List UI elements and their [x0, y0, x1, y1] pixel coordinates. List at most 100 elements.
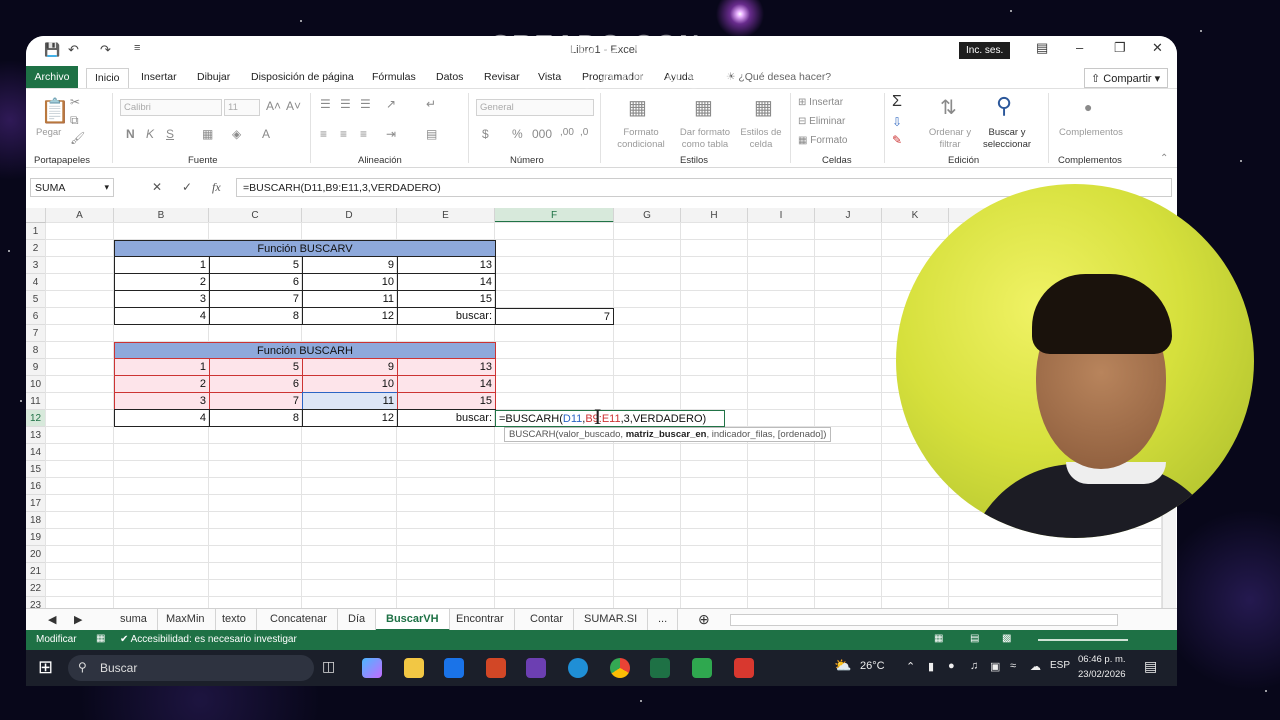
insert-cells-button[interactable]: ⊞ Insertar — [798, 97, 843, 108]
table1-cell-r4-c2[interactable]: 8 — [209, 307, 303, 325]
col-header-i[interactable]: I — [748, 208, 815, 223]
tab-insertar[interactable]: Insertar — [141, 71, 177, 83]
row-header-14[interactable]: 14 — [26, 444, 46, 461]
col-header-b[interactable]: B — [114, 208, 209, 223]
tab-disposicion[interactable]: Disposición de página — [251, 71, 354, 83]
tab-inicio[interactable]: Inicio — [86, 68, 129, 88]
page-break-icon[interactable]: ▩ — [1002, 633, 1011, 644]
row-header-19[interactable]: 19 — [26, 529, 46, 546]
weather-icon[interactable]: ⛅ — [834, 657, 851, 674]
ribbon-display-icon[interactable]: ▤ — [1036, 40, 1048, 56]
file-explorer-icon[interactable] — [404, 658, 424, 678]
outlook-icon[interactable] — [444, 658, 464, 678]
enter-icon[interactable]: ✓ — [182, 180, 192, 194]
microphone-icon[interactable]: ● — [948, 660, 955, 672]
table2-cell-r2-c3[interactable]: 10 — [302, 375, 398, 393]
clear-icon[interactable]: ✎ — [892, 133, 902, 147]
italic-icon[interactable]: K — [146, 127, 154, 141]
table1-cell-r2-c3[interactable]: 10 — [302, 273, 398, 291]
row-header-4[interactable]: 4 — [26, 274, 46, 291]
horizontal-scrollbar[interactable] — [730, 614, 1118, 626]
page-layout-icon[interactable]: ▤ — [970, 633, 979, 644]
row-header-12[interactable]: 12 — [26, 410, 46, 427]
excel-taskbar-icon[interactable] — [650, 658, 670, 678]
tell-me-search[interactable]: ☀ ¿Qué desea hacer? — [726, 71, 831, 83]
insert-function-icon[interactable]: fx — [212, 180, 221, 195]
align-right-icon[interactable]: ≡ — [360, 127, 367, 141]
table2-cell-r3-c2[interactable]: 7 — [209, 392, 303, 410]
addins-label[interactable]: Complementos — [1056, 127, 1126, 139]
col-header-c[interactable]: C — [209, 208, 302, 223]
row-header-2[interactable]: 2 — [26, 240, 46, 257]
table2-cell-r4-c4[interactable]: buscar: — [397, 409, 496, 427]
row-header-21[interactable]: 21 — [26, 563, 46, 580]
sheet-tab-6[interactable]: Encontrar — [446, 609, 515, 631]
edit-cell-f12[interactable]: =BUSCARH(D11,B9:E11,3,VERDADERO) — [495, 410, 725, 427]
table2-cell-r2-c2[interactable]: 6 — [209, 375, 303, 393]
table2-cell-r2-c1[interactable]: 2 — [114, 375, 210, 393]
restore-icon[interactable]: ❐ — [1114, 40, 1126, 56]
sheet-tab-3[interactable]: Concatenar — [260, 609, 338, 631]
format-as-table-label[interactable]: Dar formato como tabla — [674, 127, 736, 151]
font-color-icon[interactable]: A — [262, 127, 270, 141]
normal-view-icon[interactable]: ▦ — [934, 633, 943, 644]
sheet-tab-2[interactable]: texto — [212, 609, 257, 631]
name-box[interactable]: SUMA ▾ — [30, 178, 114, 197]
table2-cell-r1-c4[interactable]: 13 — [397, 358, 496, 376]
save-icon[interactable]: 💾 — [44, 42, 60, 58]
table2-cell-r1-c3[interactable]: 9 — [302, 358, 398, 376]
tab-archivo[interactable]: Archivo — [26, 66, 78, 88]
bold-icon[interactable]: N — [126, 127, 135, 141]
accessibility-status[interactable]: ✔ Accesibilidad: es necesario investigar — [120, 634, 297, 645]
percent-icon[interactable]: % — [512, 127, 523, 141]
table2-cell-r1-c1[interactable]: 1 — [114, 358, 210, 376]
edge-icon[interactable] — [568, 658, 588, 678]
tab-datos[interactable]: Datos — [436, 71, 463, 83]
table1-cell-r1-c3[interactable]: 9 — [302, 256, 398, 274]
task-view-icon[interactable]: ◫ — [322, 658, 342, 678]
close-icon[interactable]: ✕ — [1152, 40, 1163, 56]
find-select-icon[interactable]: ⚲ — [996, 93, 1012, 119]
table1-cell-r3-c1[interactable]: 3 — [114, 290, 210, 308]
row-header-6[interactable]: 6 — [26, 308, 46, 325]
copilot-icon[interactable] — [362, 658, 382, 678]
row-header-10[interactable]: 10 — [26, 376, 46, 393]
table2-cell-r4-c2[interactable]: 8 — [209, 409, 303, 427]
col-header-j[interactable]: J — [815, 208, 882, 223]
windows-start-icon[interactable]: ⊞ — [38, 657, 53, 678]
collapse-ribbon-icon[interactable]: ⌃ — [1160, 153, 1168, 164]
sort-filter-icon[interactable]: ⇅ — [940, 95, 957, 120]
tab-formulas[interactable]: Fórmulas — [372, 71, 416, 83]
table1-cell-r1-c2[interactable]: 5 — [209, 256, 303, 274]
camtasia-green-icon[interactable] — [692, 658, 712, 678]
align-middle-icon[interactable]: ☰ — [340, 97, 351, 111]
orientation-icon[interactable]: ↗ — [386, 97, 396, 111]
merge-center-icon[interactable]: ▤ — [426, 127, 437, 141]
sheet-tab-9[interactable]: ... — [648, 609, 679, 631]
format-as-table-icon[interactable]: ▦ — [694, 95, 713, 120]
find-select-label[interactable]: Buscar y seleccionar — [976, 127, 1038, 151]
tab-dibujar[interactable]: Dibujar — [197, 71, 230, 83]
currency-icon[interactable]: $ — [482, 127, 489, 141]
table2-cell-r3-c3[interactable]: 11 — [302, 392, 398, 410]
notifications-icon[interactable]: ▤ — [1144, 658, 1157, 675]
col-header-e[interactable]: E — [397, 208, 495, 223]
taskbar-search[interactable]: ⚲ Buscar — [68, 655, 314, 681]
tray-chevron-icon[interactable]: ⌃ — [906, 660, 915, 673]
conditional-format-icon[interactable]: ▦ — [628, 95, 647, 120]
sign-in-button[interactable]: Inc. ses. — [959, 42, 1011, 59]
cut-icon[interactable]: ✂ — [70, 95, 80, 109]
chrome-icon[interactable] — [610, 658, 630, 678]
table2-cell-r2-c4[interactable]: 14 — [397, 375, 496, 393]
cancel-icon[interactable]: ✕ — [152, 180, 162, 194]
align-center-icon[interactable]: ≡ — [340, 127, 347, 141]
delete-cells-button[interactable]: ⊟ Eliminar — [798, 116, 845, 127]
select-all-corner[interactable] — [26, 208, 46, 223]
table1-cell-r4-c3[interactable]: 12 — [302, 307, 398, 325]
cell-styles-label[interactable]: Estilos de celda — [736, 127, 786, 151]
table1-cell-r2-c1[interactable]: 2 — [114, 273, 210, 291]
align-left-icon[interactable]: ≡ — [320, 127, 327, 141]
number-format-box[interactable]: General — [476, 99, 594, 116]
fill-color-icon[interactable]: ◈ — [232, 127, 241, 141]
table1-cell-r3-c4[interactable]: 15 — [397, 290, 496, 308]
